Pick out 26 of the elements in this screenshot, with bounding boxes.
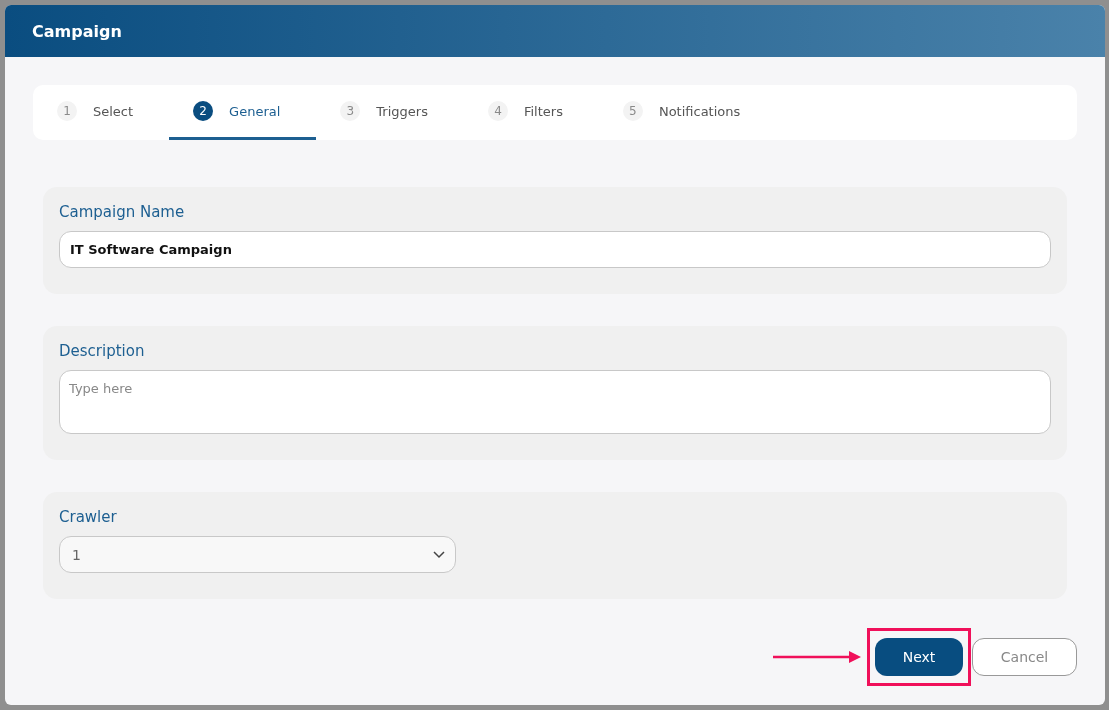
step-number: 5	[622, 101, 643, 121]
step-label: Filters	[523, 103, 563, 119]
step-label: Triggers	[376, 103, 428, 119]
step-number: 2	[193, 101, 214, 121]
field-label: Description	[59, 342, 146, 360]
step-label: General	[229, 103, 281, 119]
select-value: 1	[72, 546, 81, 563]
window-title: Campaign	[32, 21, 122, 41]
input-field[interactable]: IT Software Campaign	[59, 231, 1051, 268]
textarea-field[interactable]: Type here	[59, 370, 1051, 434]
next-button[interactable]: Next	[875, 638, 963, 676]
step-number: 1	[57, 101, 77, 121]
field-label: Crawler	[59, 508, 118, 526]
step-number: 3	[340, 101, 361, 121]
step-tab[interactable]: 4 Filters	[463, 85, 599, 140]
step-tab[interactable]: 3 Triggers	[316, 85, 464, 140]
field-label: Campaign Name	[59, 203, 186, 221]
step-label: Notifications	[658, 103, 741, 119]
cancel-button[interactable]: Cancel	[972, 638, 1077, 676]
select-field[interactable]: 1	[59, 536, 456, 573]
step-tab[interactable]: 2 General	[169, 85, 317, 140]
step-label: Select	[93, 103, 134, 119]
chevron-down-icon	[433, 550, 445, 559]
step-tab[interactable]: 5 Notifications	[598, 85, 777, 140]
step-tab[interactable]: 1 Select	[33, 85, 170, 140]
step-number: 4	[487, 101, 508, 121]
